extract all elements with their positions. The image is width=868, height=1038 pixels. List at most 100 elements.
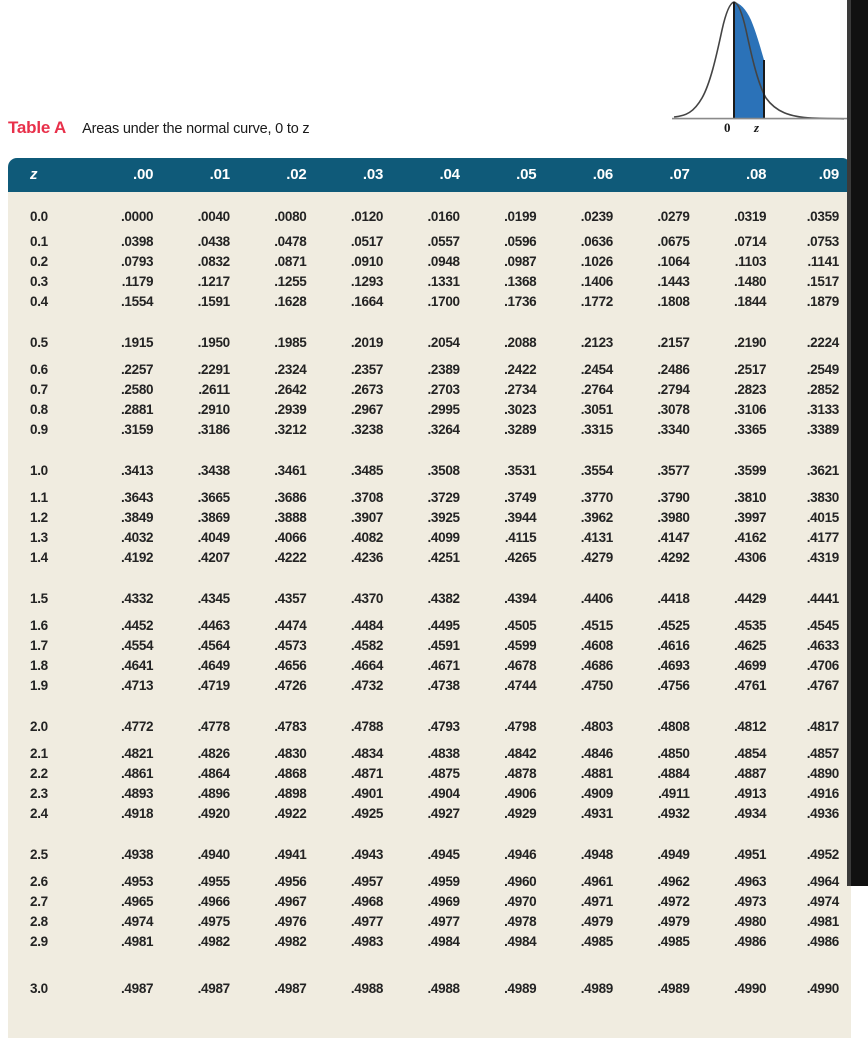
- table-cell: .4951: [733, 847, 767, 862]
- table-cell: .3315: [580, 422, 614, 437]
- table-cell: .2764: [580, 382, 614, 397]
- table-cell: .4495: [427, 618, 460, 633]
- table-cell: .0793: [120, 254, 154, 269]
- table-cell: .3577: [657, 463, 690, 478]
- table-cell: .4706: [806, 658, 840, 673]
- table-row: 1.4 .4192 .4207 .4222 .4236 .4251 .4265 .4279 .4…: [8, 548, 851, 568]
- table-cell: .4357: [274, 591, 307, 606]
- column-header-p02[interactable]: .02: [237, 158, 315, 192]
- table-cell: .1368: [504, 274, 537, 289]
- table-cell: .1331: [427, 274, 460, 289]
- table-cell: .4884: [657, 766, 690, 781]
- table-cell: .2454: [580, 362, 614, 377]
- table-row: 0.7 .2580 .2611 .2642 .2673 .2703 .2734 .2764 .2…: [8, 380, 851, 400]
- table-cell: .3554: [580, 463, 614, 478]
- row-header-z: 1.1: [30, 490, 48, 505]
- table-cell: .2939: [274, 402, 307, 417]
- table-cell: .0832: [197, 254, 231, 269]
- table-cell: .4793: [427, 719, 460, 734]
- table-cell: .4920: [197, 806, 231, 821]
- table-cell: .4554: [120, 638, 154, 653]
- table-cell: .3643: [120, 490, 154, 505]
- table-header: z .00.01.02.03.04.05.06.07.08.09: [8, 158, 851, 192]
- table-cell: .2967: [350, 402, 384, 417]
- table-cell: .4984: [427, 934, 460, 949]
- table-cell: .4345: [197, 591, 231, 606]
- table-cell: .4913: [733, 786, 767, 801]
- table-cell: .4641: [120, 658, 154, 673]
- table-cell: .4948: [580, 847, 614, 862]
- table-body: 0.0 .0000 .0040 .0080 .0120 .0160 .0199 .0239 .0…: [8, 192, 851, 1038]
- table-cell: .4394: [504, 591, 537, 606]
- table-row: 2.5 .4938 .4940 .4941 .4943 .4945 .4946 .4948 .4…: [8, 824, 851, 872]
- curve-shaded-area: [734, 2, 764, 118]
- table-cell: .4686: [580, 658, 614, 673]
- column-header-p03[interactable]: .03: [314, 158, 392, 192]
- table-cell: .3810: [733, 490, 767, 505]
- table-row: 1.5 .4332 .4345 .4357 .4370 .4382 .4394 .4406 .4…: [8, 568, 851, 616]
- table-cell: .4099: [427, 530, 460, 545]
- table-cell: .4940: [197, 847, 231, 862]
- column-header-p01[interactable]: .01: [161, 158, 238, 192]
- row-header-z: 1.3: [30, 530, 48, 545]
- table-cell: .4931: [580, 806, 614, 821]
- table-cell: .4909: [580, 786, 614, 801]
- table-cell: .3925: [427, 510, 460, 525]
- table-cell: .4987: [274, 981, 307, 996]
- column-header-p00[interactable]: .00: [84, 158, 162, 192]
- table-cell: .4979: [657, 914, 690, 929]
- table-row: 0.9 .3159 .3186 .3212 .3238 .3264 .3289 .3315 .3…: [8, 420, 851, 440]
- table-cell: .4968: [350, 894, 384, 909]
- table-cell: .3461: [274, 463, 307, 478]
- table-cell: .0398: [120, 234, 154, 249]
- table-cell: .4987: [197, 981, 231, 996]
- table-cell: .3944: [504, 510, 537, 525]
- table-cell: .1179: [121, 274, 154, 289]
- table-cell: .1915: [120, 335, 154, 350]
- table-row: 2.0 .4772 .4778 .4783 .4788 .4793 .4798 .4803 .4…: [8, 696, 851, 744]
- table-cell: .4525: [657, 618, 690, 633]
- table-cell: .1255: [274, 274, 307, 289]
- table-cell: .2823: [733, 382, 767, 397]
- table-cell: .4871: [350, 766, 384, 781]
- row-header-z: 2.5: [30, 847, 48, 862]
- table-cell: .4591: [427, 638, 460, 653]
- normal-curve-figure: 0 z: [672, 0, 848, 140]
- table-row: 1.8 .4641 .4649 .4656 .4664 .4671 .4678 .4686 .4…: [8, 656, 851, 676]
- table-cell: .4986: [806, 934, 840, 949]
- column-header-p07[interactable]: .07: [621, 158, 698, 192]
- table-cell: .4976: [274, 914, 307, 929]
- table-cell: .4830: [274, 746, 307, 761]
- table-cell: .2324: [274, 362, 307, 377]
- row-header-z: 1.9: [30, 678, 48, 693]
- table-cell: .4875: [427, 766, 460, 781]
- row-header-z: 2.4: [30, 806, 48, 821]
- table-cell: .4738: [427, 678, 460, 693]
- table-cell: .1664: [350, 294, 384, 309]
- table-cell: .4664: [350, 658, 384, 673]
- table-cell: .3888: [274, 510, 307, 525]
- column-header-p08[interactable]: .08: [697, 158, 775, 192]
- column-header-p04[interactable]: .04: [391, 158, 468, 192]
- row-header-z: 0.4: [30, 294, 48, 309]
- table-caption: Table A Areas under the normal curve, 0 …: [8, 118, 310, 140]
- column-header-p05[interactable]: .05: [467, 158, 545, 192]
- table-cell: .0040: [197, 209, 231, 224]
- table-cell: .0557: [427, 234, 460, 249]
- table-cell: .0987: [504, 254, 537, 269]
- table-cell: .4192: [120, 550, 154, 565]
- table-cell: .4971: [580, 894, 614, 909]
- table-cell: .4878: [504, 766, 537, 781]
- table-cell: .4573: [274, 638, 307, 653]
- row-header-z: 2.9: [30, 934, 48, 949]
- table-cell: .3106: [733, 402, 767, 417]
- table-cell: .2549: [806, 362, 840, 377]
- table-cell: .3770: [580, 490, 614, 505]
- table-cell: .4162: [733, 530, 767, 545]
- column-header-p06[interactable]: .06: [544, 158, 621, 192]
- table-cell: .0319: [733, 209, 767, 224]
- table-cell: .4798: [504, 719, 537, 734]
- table-cell: .3023: [504, 402, 537, 417]
- column-header-p09[interactable]: .09: [774, 158, 851, 192]
- column-header-z[interactable]: z: [8, 158, 85, 192]
